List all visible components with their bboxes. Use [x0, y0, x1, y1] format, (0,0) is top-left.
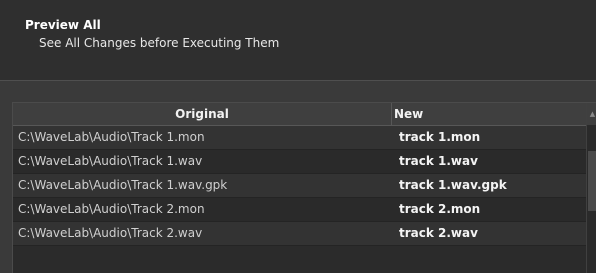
vertical-scrollbar[interactable]: ▲	[586, 103, 596, 273]
header-separator	[0, 80, 596, 81]
cell-new-name: track 1.wav	[399, 154, 478, 168]
cell-new-name: track 2.mon	[399, 202, 481, 216]
cell-original-path: C:\WaveLab\Audio\Track 1.wav.gpk	[18, 178, 228, 192]
table-row[interactable]: C:\WaveLab\Audio\Track 1.wav.gpk track 1…	[13, 174, 586, 198]
cell-new-name: track 1.mon	[399, 130, 481, 144]
dialog-subtitle: See All Changes before Executing Them	[39, 36, 280, 50]
cell-original-path: C:\WaveLab\Audio\Track 1.mon	[18, 130, 205, 144]
column-header-new[interactable]: New	[394, 103, 423, 125]
chevron-up-icon[interactable]: ▲	[587, 103, 596, 125]
cell-original-path: C:\WaveLab\Audio\Track 1.wav	[18, 154, 203, 168]
table-row[interactable]: C:\WaveLab\Audio\Track 2.mon track 2.mon	[13, 198, 586, 222]
cell-new-name: track 2.wav	[399, 226, 478, 240]
cell-original-path: C:\WaveLab\Audio\Track 2.wav	[18, 226, 203, 240]
table-row[interactable]: C:\WaveLab\Audio\Track 1.mon track 1.mon	[13, 126, 586, 150]
table-header: Original New	[13, 103, 586, 126]
scrollbar-thumb[interactable]	[588, 151, 596, 211]
table-row[interactable]: C:\WaveLab\Audio\Track 2.wav track 2.wav	[13, 222, 586, 246]
table-row[interactable]: C:\WaveLab\Audio\Track 1.wav track 1.wav	[13, 150, 586, 174]
column-header-original[interactable]: Original	[13, 103, 392, 125]
dialog-title: Preview All	[25, 18, 101, 32]
dialog-header: Preview All See All Changes before Execu…	[0, 0, 596, 80]
cell-original-path: C:\WaveLab\Audio\Track 2.mon	[18, 202, 205, 216]
table-body: C:\WaveLab\Audio\Track 1.mon track 1.mon…	[13, 126, 586, 246]
cell-new-name: track 1.wav.gpk	[399, 178, 507, 192]
preview-table[interactable]: Original New C:\WaveLab\Audio\Track 1.mo…	[12, 102, 596, 273]
